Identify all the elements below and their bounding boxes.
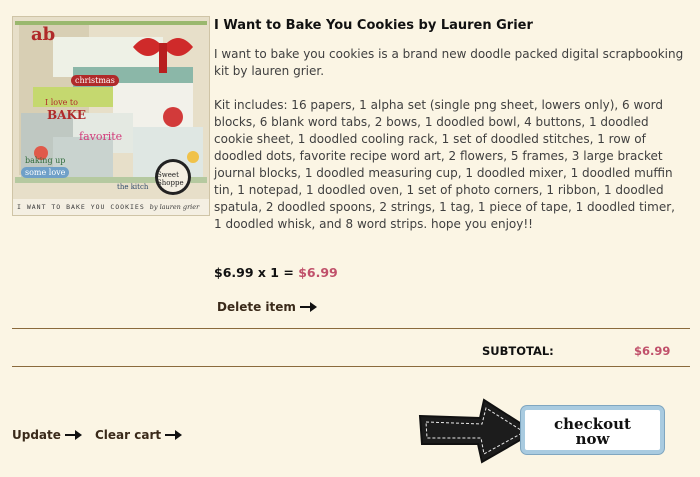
caption-text: I WANT TO BAKE YOU COOKIES: [17, 203, 145, 211]
arrow-right-icon: [299, 302, 317, 312]
subtotal-label: SUBTOTAL:: [482, 344, 554, 358]
update-label: Update: [12, 428, 61, 442]
product-image[interactable]: ab christmas I love to BAKE favorite bak…: [12, 16, 210, 216]
checkout-label: checkout now: [521, 406, 664, 454]
subtotal-value: $6.99: [634, 344, 671, 358]
big-arrow-icon: [418, 398, 536, 464]
collage-label-bake: BAKE: [47, 108, 87, 122]
delete-item-label: Delete item: [217, 300, 296, 314]
collage-label-sweet-shoppe: Sweet Shoppe: [157, 171, 184, 187]
collage-label-ab: ab: [31, 24, 56, 45]
collage-label-some-love: some love: [21, 167, 70, 178]
collage-label-the-kitch: the kitch: [117, 183, 149, 191]
product-image-caption: I WANT TO BAKE YOU COOKIES by lauren gri…: [13, 199, 209, 215]
collage-label-christmas: christmas: [71, 75, 119, 86]
product-title[interactable]: I Want to Bake You Cookies by Lauren Gri…: [214, 18, 533, 33]
checkout-now-button[interactable]: checkout now: [418, 396, 690, 464]
caption-credit: by lauren grier: [149, 203, 200, 211]
update-button[interactable]: Update: [12, 428, 83, 442]
product-intro: I want to bake you cookies is a brand ne…: [214, 47, 684, 78]
checkout-label-line2: now: [575, 430, 610, 448]
arrow-right-icon: [64, 430, 82, 440]
price-expression: $6.99 x 1 =: [214, 265, 299, 280]
divider-bottom: [12, 366, 690, 367]
collage-label-baking-up: baking up: [25, 156, 66, 165]
clear-cart-label: Clear cart: [95, 428, 162, 442]
divider-top: [12, 328, 690, 329]
clear-cart-button[interactable]: Clear cart: [95, 428, 183, 442]
price-total: $6.99: [298, 265, 338, 280]
delete-item-button[interactable]: Delete item: [217, 300, 318, 314]
product-description: I want to bake you cookies is a brand ne…: [214, 46, 684, 250]
collage-label-favorite: favorite: [79, 130, 123, 143]
product-kit-includes: Kit includes: 16 papers, 1 alpha set (si…: [214, 98, 675, 231]
price-line: $6.99 x 1 = $6.99: [214, 265, 338, 280]
arrow-right-icon: [165, 430, 183, 440]
